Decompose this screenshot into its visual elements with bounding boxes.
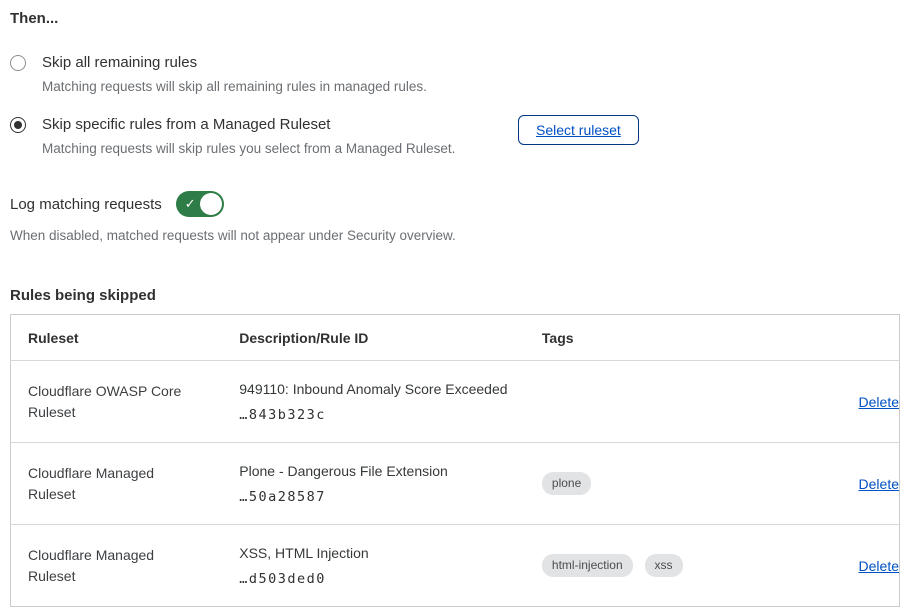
delete-link[interactable]: Delete bbox=[859, 476, 899, 492]
log-toggle-switch[interactable]: ✓ bbox=[176, 191, 224, 217]
tags-cell: html-injection xss bbox=[525, 525, 795, 607]
table-row: Cloudflare Managed Ruleset XSS, HTML Inj… bbox=[11, 525, 900, 607]
option-label: Skip specific rules from a Managed Rules… bbox=[42, 115, 455, 135]
delete-link[interactable]: Delete bbox=[859, 394, 899, 410]
ruleset-name: Cloudflare Managed Ruleset bbox=[28, 545, 193, 587]
then-heading: Then... bbox=[10, 10, 901, 27]
tag-pill: plone bbox=[542, 472, 591, 495]
radio-unselected-icon[interactable] bbox=[10, 55, 26, 71]
option-label: Skip all remaining rules bbox=[42, 53, 427, 73]
tags-cell: plone bbox=[525, 443, 795, 525]
rule-description: 949110: Inbound Anomaly Score Exceeded bbox=[239, 380, 525, 398]
select-ruleset-button[interactable]: Select ruleset bbox=[518, 115, 639, 145]
check-icon: ✓ bbox=[185, 195, 196, 213]
option-skip-specific-rules: Skip specific rules from a Managed Rules… bbox=[10, 115, 901, 157]
toggle-knob bbox=[200, 193, 222, 215]
toggle-label: Log matching requests bbox=[10, 196, 162, 213]
rules-table-heading: Rules being skipped bbox=[10, 287, 901, 304]
ruleset-name: Cloudflare Managed Ruleset bbox=[28, 463, 193, 505]
ruleset-name: Cloudflare OWASP Core Ruleset bbox=[28, 381, 193, 423]
tag-pill: html-injection bbox=[542, 554, 633, 577]
log-matching-requests-row: Log matching requests ✓ bbox=[10, 191, 901, 217]
option-skip-all-remaining: Skip all remaining rules Matching reques… bbox=[10, 53, 901, 95]
tag-pill: xss bbox=[645, 554, 683, 577]
rule-description: Plone - Dangerous File Extension bbox=[239, 462, 525, 480]
skip-options-group: Skip all remaining rules Matching reques… bbox=[10, 53, 901, 157]
skip-rules-panel: Then... Skip all remaining rules Matchin… bbox=[10, 10, 901, 607]
toggle-help-text: When disabled, matched requests will not… bbox=[10, 228, 901, 243]
rule-description: XSS, HTML Injection bbox=[239, 544, 525, 562]
delete-link[interactable]: Delete bbox=[859, 558, 899, 574]
rules-being-skipped-table: Ruleset Description/Rule ID Tags Cloudfl… bbox=[10, 314, 900, 607]
rule-id: …50a28587 bbox=[239, 489, 525, 505]
rule-id: …843b323c bbox=[239, 407, 525, 423]
column-header-tags: Tags bbox=[525, 315, 795, 361]
column-header-ruleset: Ruleset bbox=[11, 315, 223, 361]
rule-id: …d503ded0 bbox=[239, 571, 525, 587]
option-description: Matching requests will skip rules you se… bbox=[42, 140, 455, 157]
option-description: Matching requests will skip all remainin… bbox=[42, 78, 427, 95]
tags-cell bbox=[525, 361, 795, 443]
table-row: Cloudflare Managed Ruleset Plone - Dange… bbox=[11, 443, 900, 525]
radio-selected-icon[interactable] bbox=[10, 117, 26, 133]
table-row: Cloudflare OWASP Core Ruleset 949110: In… bbox=[11, 361, 900, 443]
table-header-row: Ruleset Description/Rule ID Tags bbox=[11, 315, 900, 361]
column-header-action bbox=[795, 315, 900, 361]
column-header-description: Description/Rule ID bbox=[222, 315, 525, 361]
